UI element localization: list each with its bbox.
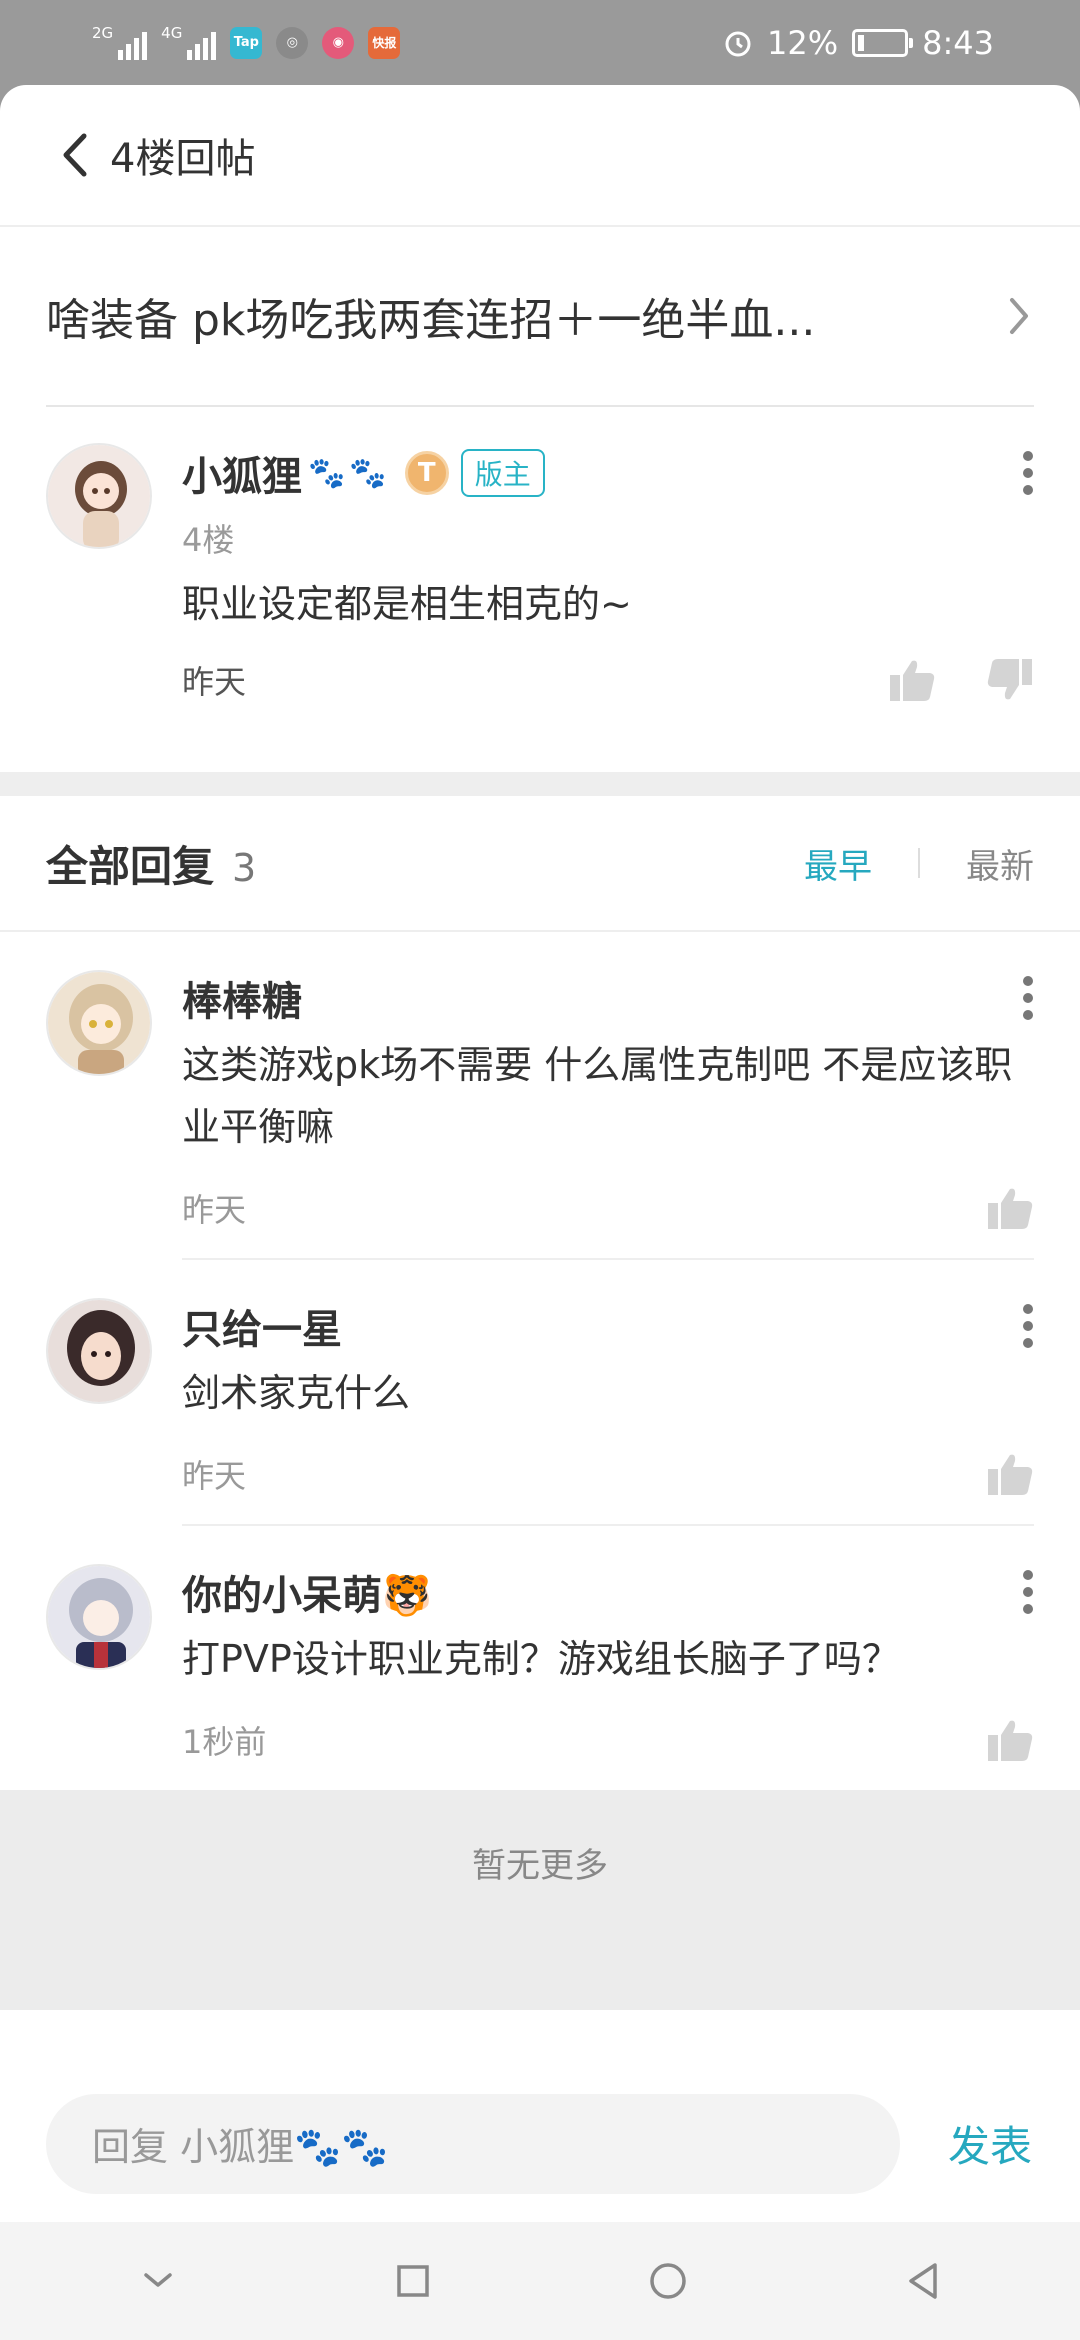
reply-item: 你的小呆萌🐯 打PVP设计职业克制？游戏组长脑子了吗？ 1秒前 xyxy=(0,1526,1080,1790)
reply-input[interactable]: 回复 小狐狸🐾🐾 xyxy=(46,2093,900,2194)
chevron-down-icon[interactable] xyxy=(128,2251,188,2311)
thumbs-up-icon[interactable] xyxy=(986,1451,1034,1497)
clock: 8:43 xyxy=(922,23,994,62)
timestamp: 1秒前 xyxy=(182,1723,267,1761)
sort-latest-button[interactable]: 最新 xyxy=(966,839,1034,888)
section-divider xyxy=(0,772,1080,796)
chevron-right-icon xyxy=(1010,298,1028,334)
status-bar: 2G 4G Tap ◎ ◉ 快报 12% 8:43 xyxy=(0,0,1080,85)
comment-text: 职业设定都是相生相克的~ xyxy=(182,582,632,626)
reply-item: 棒棒糖 这类游戏pk场不需要 什么属性克制吧 不是应该职业平衡嘛 昨天 xyxy=(0,932,1080,1260)
taptap-icon: Tap xyxy=(230,26,263,59)
reply-text: 打PVP设计职业克制？游戏组长脑子了吗？ xyxy=(182,1637,900,1681)
reply-text: 剑术家克什么 xyxy=(182,1371,411,1415)
timestamp: 昨天 xyxy=(182,663,247,701)
signal-2g-icon: 2G xyxy=(92,23,148,60)
sort-toggle: 最早 最新 xyxy=(804,839,1034,888)
timestamp: 昨天 xyxy=(182,1457,247,1495)
replies-header: 全部回复 3 最早 最新 xyxy=(0,796,1080,932)
page-title: 4楼回帖 xyxy=(110,136,256,182)
thumbs-down-icon[interactable] xyxy=(986,657,1034,703)
more-vertical-icon[interactable] xyxy=(1022,1303,1034,1349)
status-right: 12% 8:43 xyxy=(723,24,994,62)
more-vertical-icon[interactable] xyxy=(1022,975,1034,1021)
level-badge: T xyxy=(404,451,449,495)
recents-square-icon[interactable] xyxy=(383,2251,443,2311)
status-left: 2G 4G Tap ◎ ◉ 快报 xyxy=(92,23,401,60)
replies-title: 全部回复 xyxy=(46,841,215,891)
paw-emoji: 🐾🐾 xyxy=(308,455,391,491)
avatar[interactable] xyxy=(46,1564,152,1670)
avatar[interactable] xyxy=(46,1298,152,1404)
thumbs-up-icon[interactable] xyxy=(986,1717,1034,1763)
reply-sheet: 4楼回帖 啥装备 pk场吃我两套连招＋一绝半血... 小狐狸 🐾🐾 T 版主 4… xyxy=(0,85,1080,2340)
reply-text: 这类游戏pk场不需要 什么属性克制吧 不是应该职业平衡嘛 xyxy=(182,1043,1013,1149)
more-vertical-icon[interactable] xyxy=(1022,1569,1034,1615)
alarm-icon xyxy=(725,31,751,56)
reply-composer: 回复 小狐狸🐾🐾 发表 xyxy=(0,2065,1080,2222)
original-post-link[interactable]: 啥装备 pk场吃我两套连招＋一绝半血... xyxy=(46,227,1034,407)
thumbs-up-icon[interactable] xyxy=(986,1185,1034,1231)
moderator-badge: 版主 xyxy=(460,449,545,497)
app-icon: ◉ xyxy=(322,26,355,59)
more-vertical-icon[interactable] xyxy=(1022,450,1034,496)
author-name[interactable]: 棒棒糖 xyxy=(182,969,302,1027)
floor-content: 小狐狸 🐾🐾 T 版主 4楼 职业设定都是相生相克的~ 昨天 xyxy=(182,443,1034,772)
floor-comment: 小狐狸 🐾🐾 T 版主 4楼 职业设定都是相生相克的~ 昨天 xyxy=(0,407,1080,772)
author-name[interactable]: 只给一星 xyxy=(182,1297,342,1355)
floor-number: 4楼 xyxy=(182,521,235,559)
back-triangle-icon[interactable] xyxy=(893,2251,953,2311)
send-button[interactable]: 发表 xyxy=(948,2113,1032,2174)
network-label-2: 4G xyxy=(161,23,183,42)
battery-icon xyxy=(852,28,914,57)
avatar[interactable] xyxy=(46,443,152,549)
system-navbar xyxy=(0,2222,1080,2340)
news-icon: 快报 xyxy=(368,26,401,59)
author-name[interactable]: 小狐狸 xyxy=(182,444,302,502)
header: 4楼回帖 xyxy=(0,85,1080,227)
author-name[interactable]: 你的小呆萌🐯 xyxy=(182,1563,432,1621)
no-more-indicator: 暂无更多 xyxy=(0,1790,1080,2010)
post-title: 啥装备 pk场吃我两套连招＋一绝半血... xyxy=(46,295,816,346)
sort-earliest-button[interactable]: 最早 xyxy=(804,839,872,888)
thumbs-up-icon[interactable] xyxy=(888,657,936,703)
network-label-1: 2G xyxy=(92,23,114,42)
back-arrow-icon[interactable] xyxy=(58,130,92,180)
replies-count: 3 xyxy=(232,845,257,890)
avatar[interactable] xyxy=(46,970,152,1076)
browser-icon: ◎ xyxy=(276,26,309,59)
home-circle-icon[interactable] xyxy=(638,2251,698,2311)
sort-separator xyxy=(918,848,920,878)
reply-item: 只给一星 剑术家克什么 昨天 xyxy=(0,1260,1080,1526)
timestamp: 昨天 xyxy=(182,1191,247,1229)
signal-4g-icon: 4G xyxy=(161,23,217,60)
battery-percent: 12% xyxy=(767,23,839,62)
